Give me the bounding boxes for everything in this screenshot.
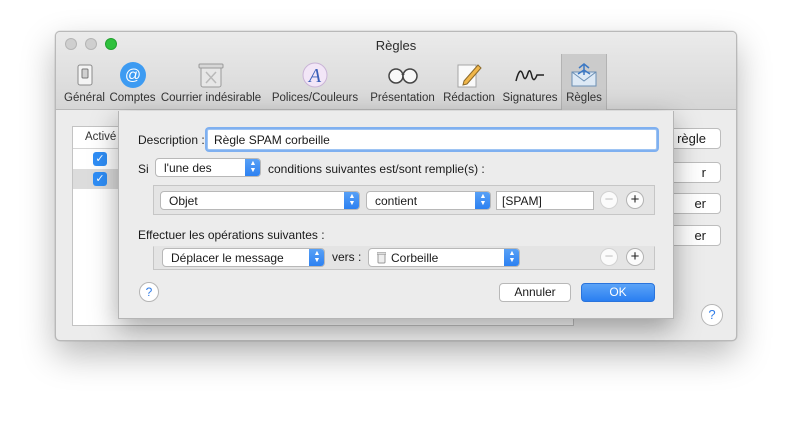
chevron-updown-icon: ▲ ▼ (309, 249, 324, 266)
tab-label: Général (64, 92, 105, 104)
tab-accounts[interactable]: @ Comptes (107, 54, 158, 110)
condition-operator-value: contient (375, 194, 418, 208)
window-title: Règles (375, 38, 417, 53)
tab-label: Polices/Couleurs (271, 92, 359, 104)
description-input[interactable]: Règle SPAM corbeille (207, 129, 657, 150)
cancel-button[interactable]: Annuler (499, 283, 571, 302)
chevron-updown-icon: ▲ ▼ (504, 249, 519, 266)
ok-button[interactable]: OK (581, 283, 655, 302)
mailbox-value: Corbeille (391, 251, 439, 265)
if-label: Si (138, 162, 149, 176)
tab-label: Présentation (370, 92, 435, 104)
chevron-updown-icon: ▲ ▼ (475, 192, 490, 209)
envelope-rules-icon (568, 60, 600, 90)
help-button[interactable]: ? (701, 304, 723, 326)
preferences-toolbar: Général @ Comptes Courrier indésirable A… (62, 54, 607, 110)
rule-enabled-checkbox[interactable]: ✓ (93, 152, 107, 166)
fonts-colors-icon: A (299, 60, 331, 90)
tab-label: Courrier indésirable (160, 92, 262, 104)
remove-condition-button[interactable]: − (600, 191, 618, 209)
tab-presentation[interactable]: Présentation (366, 54, 439, 110)
mailbox-select[interactable]: Corbeille ▲ ▼ (368, 248, 520, 267)
condition-value-input[interactable]: [SPAM] (496, 191, 594, 210)
add-action-button[interactable]: + (626, 248, 644, 266)
switch-icon (69, 60, 101, 90)
remove-action-button[interactable]: − (600, 248, 618, 266)
signature-icon (514, 60, 546, 90)
glasses-icon (387, 60, 419, 90)
trash-icon (195, 60, 227, 90)
tab-label: Comptes (109, 92, 156, 104)
trash-icon (376, 252, 387, 266)
add-condition-button[interactable]: + (626, 191, 644, 209)
chevron-updown-icon: ▲ ▼ (344, 192, 359, 209)
condition-operator-select[interactable]: contient ▲ ▼ (366, 191, 491, 210)
titlebar: Règles Général @ Comptes Courrier indési… (56, 32, 736, 110)
condition-field-select[interactable]: Objet ▲ ▼ (160, 191, 360, 210)
condition-row: Objet ▲ ▼ contient ▲ ▼ [SPAM] − + (153, 185, 655, 215)
tab-label: Règles (566, 92, 602, 104)
conditions-text: conditions suivantes est/sont remplie(s)… (268, 162, 485, 176)
match-mode-select[interactable]: l'une des ▲ ▼ (155, 158, 261, 177)
chevron-updown-icon: ▲ ▼ (245, 159, 260, 176)
actions-label: Effectuer les opérations suivantes : (138, 228, 325, 242)
action-row: Déplacer le message ▲ ▼ vers : Corbeille … (153, 246, 655, 270)
condition-field-value: Objet (169, 194, 198, 208)
tab-label: Rédaction (443, 92, 495, 104)
pencil-icon (453, 60, 485, 90)
match-mode-value: l'une des (164, 161, 212, 175)
help-button[interactable]: ? (139, 282, 159, 302)
to-label: vers : (332, 250, 362, 264)
tab-fonts-colors[interactable]: A Polices/Couleurs (264, 54, 366, 110)
tab-signatures[interactable]: Signatures (499, 54, 561, 110)
svg-text:@: @ (124, 67, 140, 84)
tab-general[interactable]: Général (62, 54, 107, 110)
tab-junk-mail[interactable]: Courrier indésirable (158, 54, 264, 110)
description-label: Description : (138, 133, 205, 147)
rule-enabled-checkbox[interactable]: ✓ (93, 172, 107, 186)
tab-composing[interactable]: Rédaction (439, 54, 499, 110)
svg-text:A: A (307, 65, 322, 87)
tab-label: Signatures (502, 92, 558, 104)
action-operation-value: Déplacer le message (171, 251, 284, 265)
action-operation-select[interactable]: Déplacer le message ▲ ▼ (162, 248, 325, 267)
tab-rules[interactable]: Règles (561, 54, 607, 110)
at-sign-icon: @ (117, 60, 149, 90)
rule-edit-sheet: Description : Règle SPAM corbeille Si l'… (118, 111, 674, 319)
